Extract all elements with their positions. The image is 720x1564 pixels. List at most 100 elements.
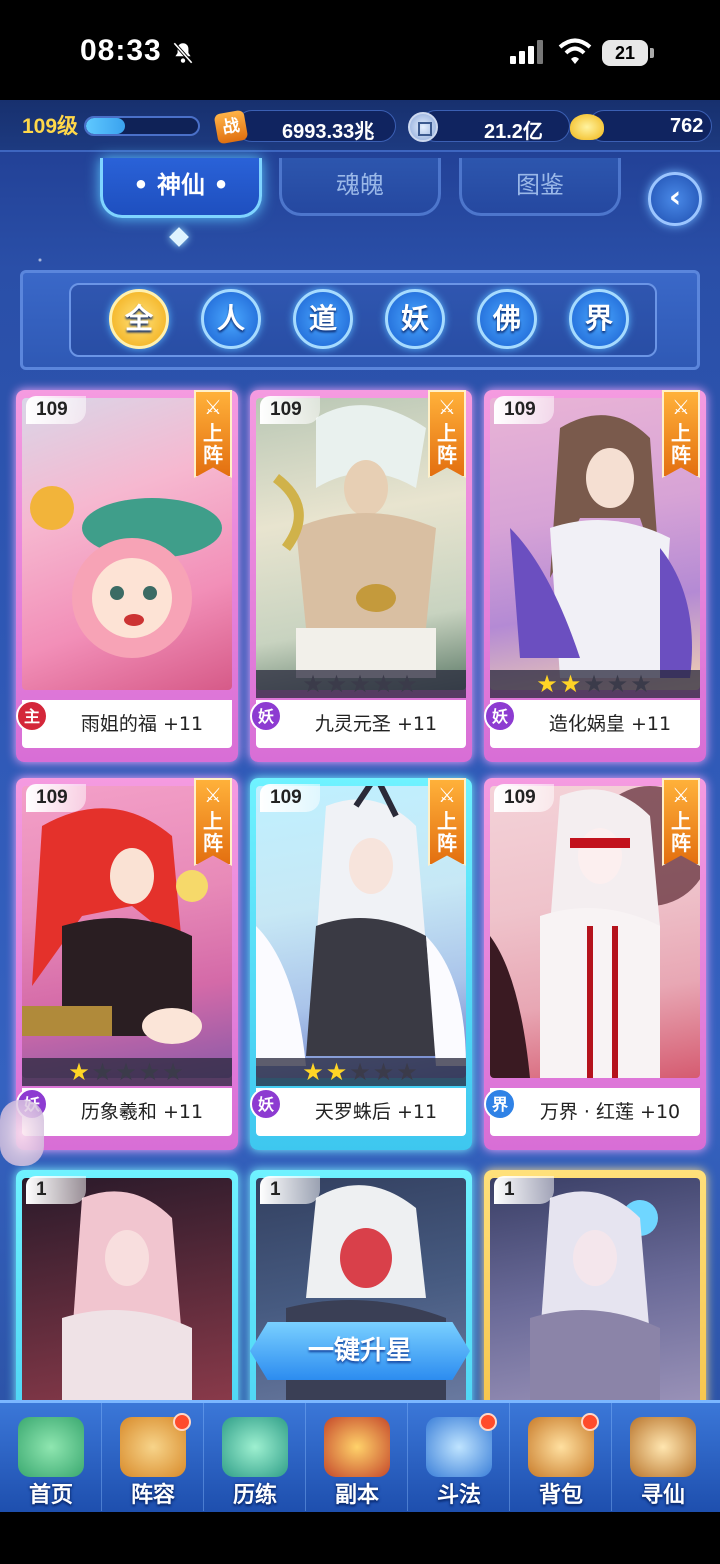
faction-badge: 妖 xyxy=(250,700,282,732)
star-rating: ★★★★★ xyxy=(22,1058,232,1086)
star-empty-icon: ★ xyxy=(138,1058,163,1086)
faction-filter-bar: 全 人 道 妖 佛 界 xyxy=(20,270,700,370)
bell-off-icon xyxy=(173,42,193,64)
faction-badge: 妖 xyxy=(250,1088,282,1120)
deployed-badge: 上阵 xyxy=(662,390,700,478)
hero-level: 1 xyxy=(26,1176,86,1204)
hero-level: 1 xyxy=(260,1176,320,1204)
notification-dot xyxy=(581,1413,599,1431)
nav-lineup[interactable]: 阵容 xyxy=(102,1403,204,1511)
star-filled-icon: ★ xyxy=(68,1058,92,1086)
faction-badge: 界 xyxy=(484,1088,516,1120)
hero-name: 雨姐的福 +11 xyxy=(22,700,232,748)
hero-card[interactable]: 109 上阵 ★★★★★ 历象羲和 +11 妖 xyxy=(16,778,238,1150)
wifi-icon xyxy=(558,38,592,64)
filter-human[interactable]: 人 xyxy=(201,289,261,349)
gold-ingot-icon xyxy=(570,114,604,140)
one-click-star-up-button[interactable]: 一键升星 xyxy=(250,1322,470,1380)
silver-coin-icon xyxy=(408,112,438,142)
hero-card[interactable]: 109 上阵 ★★★★★ 造化娲皇 +11 妖 xyxy=(484,390,706,762)
star-empty-icon: ★ xyxy=(302,670,326,698)
star-rating: ★★★★★ xyxy=(256,670,466,698)
filter-dao[interactable]: 道 xyxy=(293,289,353,349)
tab-tujian[interactable]: 图鉴 xyxy=(459,158,621,216)
filter-all[interactable]: 全 xyxy=(109,289,169,349)
star-empty-icon: ★ xyxy=(606,670,631,698)
resource-bar: 109级 战 6993.33兆 21.2亿 762 xyxy=(0,100,720,152)
tab-hunpo[interactable]: 魂魄 xyxy=(279,158,441,216)
scroll-icon xyxy=(630,1417,696,1477)
nav-dungeon[interactable]: 副本 xyxy=(306,1403,408,1511)
deployed-badge: 上阵 xyxy=(428,390,466,478)
back-button[interactable]: ‹ xyxy=(648,172,702,226)
power-value: 6993.33兆 xyxy=(282,121,375,143)
exp-bar xyxy=(84,116,200,136)
hero-card[interactable]: 109 上阵 ★★★★★ 天罗蛛后 +11 妖 xyxy=(250,778,472,1150)
star-rating: ★★★★★ xyxy=(490,670,700,698)
star-empty-icon: ★ xyxy=(349,670,373,698)
star-empty-icon: ★ xyxy=(162,1058,186,1086)
deployed-badge: 上阵 xyxy=(194,778,232,866)
home-icon xyxy=(18,1417,84,1477)
deployed-badge: 上阵 xyxy=(194,390,232,478)
notification-dot xyxy=(479,1413,497,1431)
tab-shenxian[interactable]: • 神仙 • xyxy=(100,158,262,218)
nav-training[interactable]: 历练 xyxy=(204,1403,306,1511)
training-icon xyxy=(222,1417,288,1477)
hero-level: 109 xyxy=(260,396,320,424)
star-empty-icon: ★ xyxy=(372,1058,397,1086)
status-time: 08:33 xyxy=(80,34,162,67)
deployed-badge: 上阵 xyxy=(662,778,700,866)
star-empty-icon: ★ xyxy=(396,670,420,698)
faction-badge: 妖 xyxy=(484,700,516,732)
hero-level: 109 xyxy=(26,396,86,424)
floating-mascot[interactable] xyxy=(0,1100,44,1166)
star-empty-icon: ★ xyxy=(91,1058,116,1086)
star-filled-icon: ★ xyxy=(302,1058,326,1086)
hero-card[interactable]: 109 上阵 雨姐的福 +11 主 xyxy=(16,390,238,762)
hero-card[interactable]: 109 上阵 万界 · 红莲 +10 界 xyxy=(484,778,706,1150)
star-empty-icon: ★ xyxy=(583,670,607,698)
hero-level: 109 xyxy=(26,784,86,812)
star-filled-icon: ★ xyxy=(325,1058,350,1086)
bottom-nav: 首页 阵容 历练 副本 斗法 背包 寻仙 xyxy=(0,1400,720,1512)
player-level: 109级 xyxy=(22,115,79,138)
filter-yao[interactable]: 妖 xyxy=(385,289,445,349)
filter-jie[interactable]: 界 xyxy=(569,289,629,349)
signal-icon xyxy=(510,40,543,64)
game-screen: 109级 战 6993.33兆 21.2亿 762 • 神仙 • 魂魄 图鉴 ‹… xyxy=(0,100,720,1510)
hero-card[interactable]: 109 上阵 ★★★★★ 九灵元圣 +11 妖 xyxy=(250,390,472,762)
nav-pvp[interactable]: 斗法 xyxy=(408,1403,510,1511)
silver-value: 21.2亿 xyxy=(484,121,543,143)
star-empty-icon: ★ xyxy=(349,1058,373,1086)
deployed-badge: 上阵 xyxy=(428,778,466,866)
star-empty-icon: ★ xyxy=(630,670,654,698)
hero-name: 九灵元圣 +11 xyxy=(256,700,466,748)
star-rating: ★★★★★ xyxy=(256,1058,466,1086)
nav-bag[interactable]: 背包 xyxy=(510,1403,612,1511)
status-bar: 08:33 21 xyxy=(0,0,720,100)
nav-seek-immortal[interactable]: 寻仙 xyxy=(612,1403,714,1511)
nav-home[interactable]: 首页 xyxy=(0,1403,102,1511)
notification-dot xyxy=(173,1413,191,1431)
gold-value: 762 xyxy=(670,115,704,137)
hero-name: 造化娲皇 +11 xyxy=(490,700,700,748)
dungeon-gate-icon xyxy=(324,1417,390,1477)
hero-level: 109 xyxy=(494,396,554,424)
star-empty-icon: ★ xyxy=(115,1058,139,1086)
filter-buddha[interactable]: 佛 xyxy=(477,289,537,349)
hero-level: 1 xyxy=(494,1176,554,1204)
star-empty-icon: ★ xyxy=(372,670,397,698)
battery-indicator: 21 xyxy=(602,40,654,66)
hero-level: 109 xyxy=(494,784,554,812)
hero-name: 天罗蛛后 +11 xyxy=(256,1088,466,1136)
hero-name: 万界 · 红莲 +10 xyxy=(490,1088,700,1136)
hero-level: 109 xyxy=(260,784,320,812)
star-empty-icon: ★ xyxy=(396,1058,420,1086)
star-filled-icon: ★ xyxy=(559,670,584,698)
star-empty-icon: ★ xyxy=(325,670,350,698)
power-icon: 战 xyxy=(213,109,249,145)
star-filled-icon: ★ xyxy=(536,670,560,698)
faction-badge: 主 xyxy=(16,700,48,732)
hero-name: 历象羲和 +11 xyxy=(22,1088,232,1136)
